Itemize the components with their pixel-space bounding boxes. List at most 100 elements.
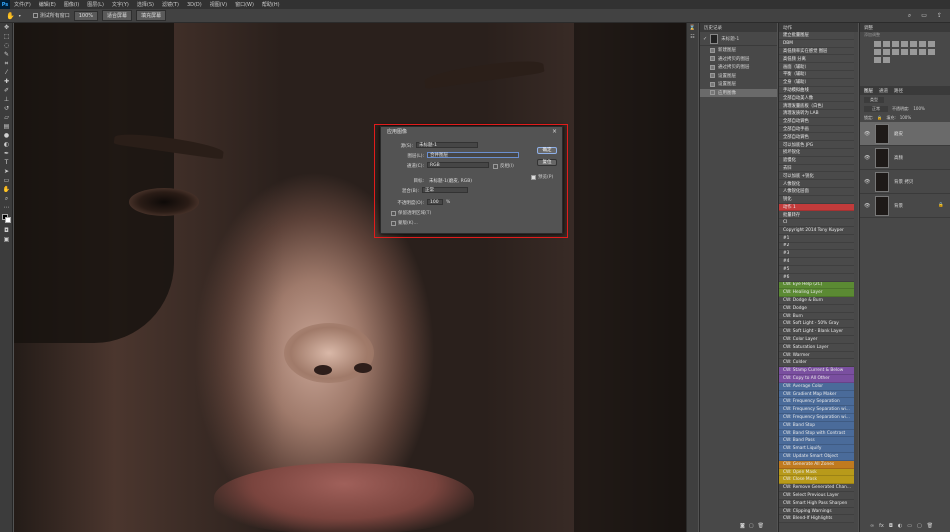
curves-icon[interactable] — [892, 41, 899, 47]
tab-paths[interactable]: 路径 — [894, 88, 903, 94]
invert-icon[interactable] — [910, 49, 917, 55]
action-item[interactable]: CW: Warmer — [779, 351, 854, 360]
layer-row[interactable]: 👁 背景 🔒 — [860, 194, 950, 218]
gradient-tool-icon[interactable]: ▤ — [0, 122, 13, 131]
folder-icon[interactable]: ▭ — [907, 523, 912, 529]
vibrance-icon[interactable] — [910, 41, 917, 47]
layer-row[interactable]: 👁 高频 — [860, 146, 950, 170]
new-layer-icon[interactable]: ▢ — [917, 523, 922, 529]
action-item[interactable]: CW: Dodge & Burn — [779, 297, 854, 305]
action-item[interactable]: #6 — [779, 273, 854, 282]
search-icon[interactable]: ⌕ — [908, 12, 911, 20]
menu-layer[interactable]: 图层(L) — [83, 1, 108, 8]
document-canvas[interactable] — [14, 23, 686, 532]
trash-icon[interactable]: 🗑 — [758, 523, 764, 529]
menu-filter[interactable]: 滤镜(T) — [158, 1, 183, 8]
fill-value[interactable]: 100% — [900, 115, 911, 120]
action-item[interactable]: CW: Eye Help (2C) — [779, 281, 854, 290]
action-item[interactable]: 批量转存 — [779, 211, 854, 220]
sample-all-checkbox[interactable]: 测试所有窗口 — [32, 12, 70, 19]
action-item[interactable]: CW: Soft Light - 50% Gray — [779, 320, 854, 329]
action-item[interactable]: CW: Smart Liquify — [779, 445, 854, 454]
action-item[interactable]: 高低频率实在感觉 图层 — [779, 47, 854, 56]
photo-filter-icon[interactable] — [883, 49, 890, 55]
fill-screen-button[interactable]: 填充屏幕 — [136, 10, 167, 21]
action-item[interactable]: #5 — [779, 265, 854, 274]
action-item[interactable]: 全部自动美人像 — [779, 94, 854, 103]
action-item[interactable]: 手动模拟曲线 — [779, 86, 854, 95]
clone-stamp-tool-icon[interactable]: ⊥ — [0, 95, 13, 104]
history-item[interactable]: 设置图层 — [700, 80, 777, 89]
action-item[interactable]: 全部自动手画 — [779, 125, 854, 134]
filter-kind-select[interactable]: 类型 — [864, 96, 884, 103]
action-item[interactable]: CW: Color Layer — [779, 336, 854, 344]
new-document-icon[interactable]: ▢ — [749, 523, 754, 529]
gradient-map-icon[interactable] — [874, 57, 881, 63]
action-item[interactable]: 可以加底 +锐化 — [779, 172, 854, 181]
menu-view[interactable]: 视图(V) — [206, 1, 231, 8]
healing-brush-tool-icon[interactable]: ✚ — [0, 77, 13, 86]
menu-edit[interactable]: 编辑(E) — [35, 1, 60, 8]
action-item[interactable]: 人像锐化层面 — [779, 187, 854, 196]
tab-layers[interactable]: 图层 — [864, 88, 873, 94]
menu-window[interactable]: 窗口(W) — [231, 1, 258, 8]
menu-select[interactable]: 选择(S) — [133, 1, 158, 8]
quick-select-tool-icon[interactable]: ✎ — [0, 50, 13, 59]
checkbox-box[interactable] — [32, 13, 38, 18]
action-item[interactable]: CW: Band Stop with Contrast — [779, 429, 854, 438]
history-item[interactable]: 通过拷贝的图层 — [700, 55, 777, 64]
action-item[interactable]: 损坏锐化 — [779, 148, 854, 157]
history-item[interactable]: 设置图层 — [700, 72, 777, 81]
action-item[interactable]: #3 — [779, 250, 854, 259]
action-item[interactable]: Copyright 2014 Tony Kuyper — [779, 226, 854, 235]
black-white-icon[interactable] — [874, 49, 881, 55]
exposure-icon[interactable] — [901, 41, 908, 47]
action-item[interactable]: 清理发质转为 LAB — [779, 109, 854, 118]
menu-type[interactable]: 文字(Y) — [108, 1, 133, 8]
action-item[interactable]: 建立批量图层 — [779, 32, 854, 40]
workspace-icon[interactable]: ▭ — [921, 12, 927, 19]
link-icon[interactable]: ∞ — [870, 523, 874, 529]
zoom-tool-icon[interactable]: ⌕ — [0, 194, 13, 203]
tab-channels[interactable]: 通道 — [879, 88, 888, 94]
lock-icon[interactable]: 🔒 — [877, 115, 882, 120]
eye-icon[interactable]: 👁 — [864, 155, 870, 161]
action-item[interactable]: CW: Blend-If Highlights — [779, 515, 854, 524]
action-item[interactable]: 锐化 — [779, 195, 854, 204]
eyedropper-tool-icon[interactable]: ⁄ — [0, 68, 13, 77]
menu-3d[interactable]: 3D(D) — [183, 2, 206, 8]
action-item[interactable]: CW: Copy to All Other — [779, 375, 854, 383]
brush-tool-icon[interactable]: ✐ — [0, 86, 13, 95]
action-item[interactable]: #2 — [779, 242, 854, 251]
action-item[interactable]: 全部自动调色 — [779, 117, 854, 126]
trash-icon[interactable]: 🗑 — [927, 523, 933, 529]
zoom-100-button[interactable]: 100% — [73, 10, 99, 21]
action-item[interactable]: CW: Frequency Separation — [779, 398, 854, 407]
action-item[interactable]: 平衡（辅助） — [779, 70, 854, 79]
action-item[interactable]: 清理发量底板（白色） — [779, 102, 854, 110]
crop-tool-icon[interactable]: ⌗ — [0, 59, 13, 68]
action-item[interactable]: CW: Band Pass — [779, 437, 854, 446]
chevron-down-icon[interactable]: ▾ — [19, 13, 21, 18]
menu-file[interactable]: 文件(F) — [10, 1, 35, 8]
action-item[interactable]: 全身（辅助） — [779, 78, 854, 87]
action-item[interactable]: 可以加底色 JPG — [779, 141, 854, 149]
action-item[interactable]: CW: Band Stop — [779, 421, 854, 430]
eye-icon[interactable]: 👁 — [864, 179, 870, 185]
action-item[interactable]: CW: Smart High Pass Sharpen — [779, 499, 854, 508]
history-item[interactable]: 通过拷贝的图层 — [700, 63, 777, 72]
marquee-tool-icon[interactable]: ⬚ — [0, 32, 13, 41]
action-item[interactable]: CW: Saturation Layer — [779, 343, 854, 352]
action-item[interactable]: CW: Gradient Map Maker — [779, 390, 854, 399]
dodge-tool-icon[interactable]: ◐ — [0, 140, 13, 149]
action-item[interactable]: CW: Stamp Current & Below — [779, 367, 854, 376]
action-item[interactable]: 全部自动调色 — [779, 133, 854, 142]
path-select-tool-icon[interactable]: ➤ — [0, 167, 13, 176]
action-item[interactable]: DBM — [779, 39, 854, 48]
menu-help[interactable]: 帮助(H) — [258, 1, 284, 8]
blur-tool-icon[interactable]: ● — [0, 131, 13, 140]
layer-row[interactable]: 👁 背景 拷贝 — [860, 170, 950, 194]
hue-saturation-icon[interactable] — [919, 41, 926, 47]
action-item[interactable]: CW: Clipping Warnings — [779, 507, 854, 516]
levels-icon[interactable] — [883, 41, 890, 47]
